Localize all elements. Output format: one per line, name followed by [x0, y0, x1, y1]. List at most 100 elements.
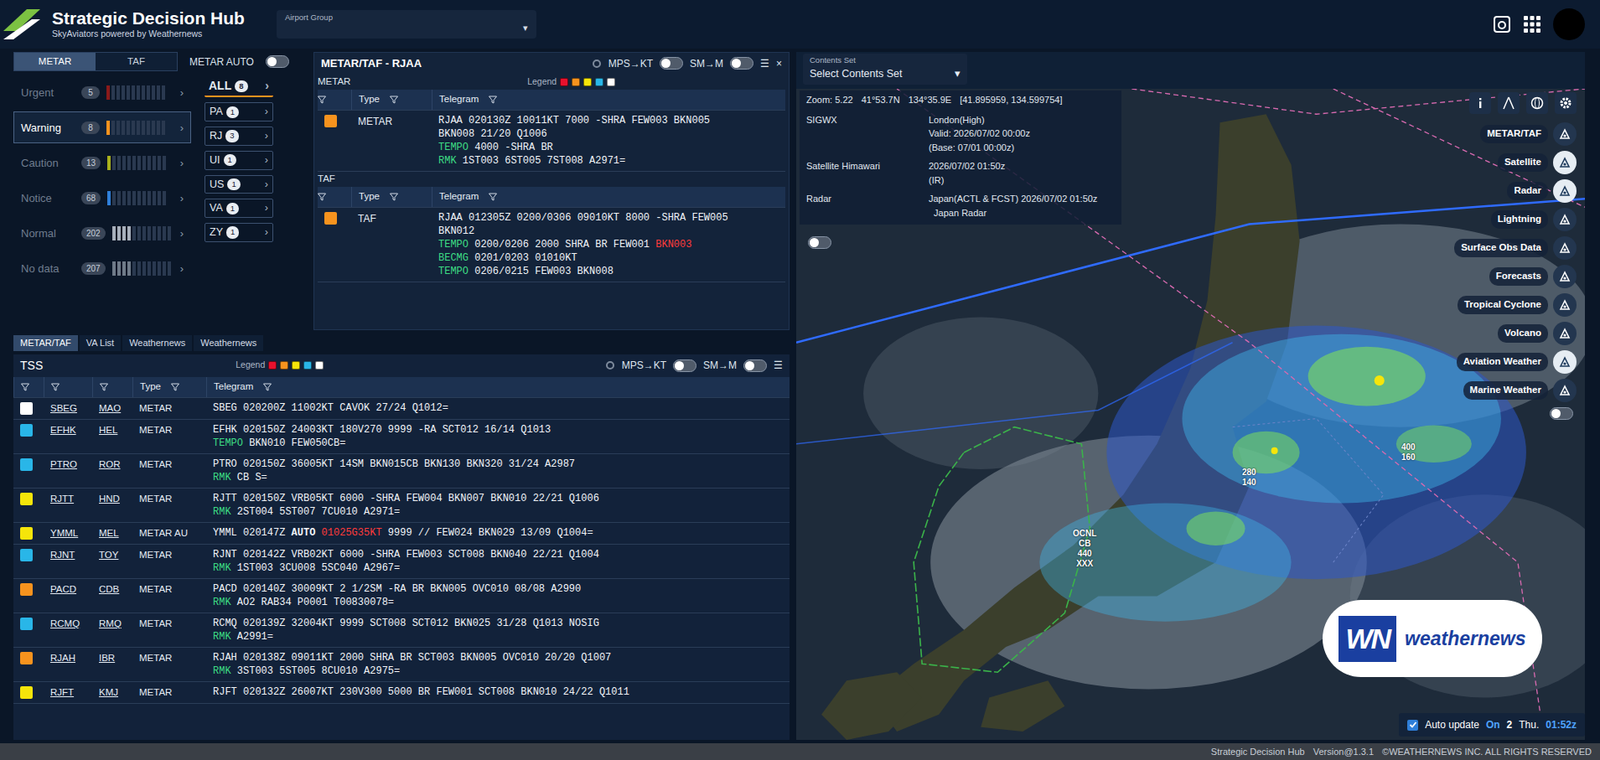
- severity-item[interactable]: Urgent5›: [13, 76, 192, 109]
- gear-button[interactable]: [1554, 92, 1577, 114]
- apps-grid-icon[interactable]: [1522, 15, 1542, 34]
- group-item[interactable]: ALL8›: [204, 76, 274, 98]
- filter-icon[interactable]: [488, 192, 498, 202]
- report-tab[interactable]: METAR: [14, 52, 96, 71]
- filter-icon[interactable]: [317, 192, 352, 202]
- iata-link[interactable]: RMQ: [98, 616, 122, 632]
- icao-link[interactable]: RCMQ: [50, 616, 80, 632]
- type-cell: METAR: [132, 454, 207, 488]
- close-button[interactable]: ×: [776, 56, 782, 72]
- icao-link[interactable]: RJTT: [50, 491, 74, 507]
- coordinate-text: [41.895959, 134.599754]: [959, 93, 1062, 108]
- bottom-tab[interactable]: Weathernews: [193, 335, 264, 352]
- contents-set-select[interactable]: Contents SetSelect Contents Set▾: [802, 53, 968, 85]
- unit-toggle[interactable]: [673, 359, 697, 373]
- table-row[interactable]: RJTTHNDMETARRJTT 020150Z VRB05KT 6000 -S…: [13, 488, 790, 523]
- layer-button[interactable]: Surface Obs Data: [1454, 236, 1577, 260]
- table-row[interactable]: SBEGMAOMETARSBEG 020200Z 11002KT CAVOK 2…: [13, 398, 790, 420]
- telegram-cell: PTRO 020150Z 36005KT 14SM BKN015CB BKN13…: [206, 454, 790, 488]
- group-item[interactable]: UI1›: [204, 150, 274, 171]
- icao-link[interactable]: PACD: [50, 582, 77, 597]
- icao-link[interactable]: YMML: [50, 526, 78, 541]
- layer-button[interactable]: Forecasts: [1489, 264, 1577, 289]
- iata-link[interactable]: KMJ: [98, 685, 119, 700]
- severity-item[interactable]: Notice68›: [13, 181, 192, 214]
- table-row[interactable]: PACDCDBMETARPACD 020140Z 30009KT 2 1/2SM…: [13, 579, 790, 614]
- iata-link[interactable]: IBR: [98, 651, 115, 666]
- group-item[interactable]: ZY1›: [204, 222, 274, 243]
- layer-button[interactable]: Radar: [1506, 179, 1577, 203]
- icao-link[interactable]: PTRO: [50, 457, 78, 472]
- table-row[interactable]: METARRJAA 020130Z 10011KT 7000 -SHRA FEW…: [317, 110, 786, 172]
- settings-icon[interactable]: [605, 360, 616, 371]
- icao-link[interactable]: RJAH: [50, 651, 76, 666]
- iata-link[interactable]: TOY: [98, 548, 119, 563]
- map[interactable]: Zoom: 5.2241°53.7N134°35.9E[41.895959, 1…: [796, 88, 1585, 741]
- severity-item[interactable]: Normal202›: [13, 217, 192, 249]
- icao-link[interactable]: EFHK: [50, 423, 77, 438]
- layers-toggle[interactable]: [1549, 407, 1574, 420]
- filter-icon[interactable]: [51, 383, 60, 392]
- layer-info-row: RadarJapan(ACTL & FCST) 2026/07/02 01:50…: [806, 189, 1115, 223]
- menu-button[interactable]: ☰: [773, 357, 783, 373]
- layer-button[interactable]: Satellite: [1497, 150, 1577, 175]
- iata-link[interactable]: CDB: [98, 582, 120, 597]
- metar-auto-toggle[interactable]: [265, 55, 290, 68]
- table-row[interactable]: YMMLMELMETAR AUYMML 020147ZAUTO01025G35K…: [13, 522, 790, 545]
- severity-item[interactable]: Warning8›: [13, 111, 192, 144]
- severity-item[interactable]: No data207›: [13, 252, 192, 285]
- filter-icon[interactable]: [170, 383, 180, 392]
- settings-icon[interactable]: [591, 58, 602, 69]
- lightning-icon: [1558, 212, 1572, 227]
- auto-update-checkbox[interactable]: [1407, 719, 1419, 731]
- user-avatar[interactable]: [1553, 8, 1585, 41]
- layer-button[interactable]: Lightning: [1491, 207, 1577, 232]
- group-item[interactable]: US1›: [204, 175, 274, 195]
- table-row[interactable]: RJNTTOYMETARRJNT 020142Z VRB02KT 6000 -S…: [13, 544, 790, 580]
- layer-button[interactable]: METAR/TAF: [1480, 122, 1577, 146]
- table-row[interactable]: RJFTKMJMETARRJFT 020132Z 26007KT 230V300…: [13, 682, 790, 705]
- iata-link[interactable]: HEL: [98, 423, 118, 438]
- unit-toggle[interactable]: [730, 56, 754, 70]
- menu-button[interactable]: ☰: [760, 56, 770, 72]
- layer-button[interactable]: Aviation Weather: [1456, 350, 1577, 374]
- filter-icon[interactable]: [263, 383, 272, 392]
- table-row[interactable]: RCMQRMQMETARRCMQ 020139Z 32004KT 9999 SC…: [13, 613, 790, 648]
- table-row[interactable]: RJAHIBRMETARRJAH 020138Z 09011KT 2000 SH…: [13, 647, 790, 683]
- group-item[interactable]: PA1›: [204, 102, 274, 122]
- layer-button[interactable]: Marine Weather: [1463, 378, 1577, 403]
- layer-button[interactable]: Tropical Cyclone: [1457, 293, 1577, 317]
- group-item[interactable]: VA1›: [204, 198, 274, 218]
- table-row[interactable]: PTRO ROR METARPTRO 020150Z 36005KT 14SM BK…: [13, 454, 790, 489]
- layer-button[interactable]: Volcano: [1497, 321, 1577, 346]
- unit-toggle[interactable]: [743, 359, 767, 373]
- severity-item[interactable]: Caution13›: [13, 146, 192, 179]
- report-tab[interactable]: TAF: [95, 52, 177, 71]
- table-row[interactable]: EFHKHELMETAREFHK 020150Z 24003KT 180V270…: [13, 419, 790, 455]
- measure-button[interactable]: [1497, 92, 1520, 114]
- filter-icon[interactable]: [389, 192, 399, 202]
- table-row[interactable]: TAFRJAA 012305Z 0200/0306 09010KT 8000 -…: [317, 207, 786, 283]
- screenshot-icon[interactable]: [1492, 15, 1512, 34]
- filter-icon[interactable]: [488, 95, 498, 104]
- bottom-tab[interactable]: Weathernews: [122, 335, 192, 352]
- icao-link[interactable]: RJNT: [50, 548, 75, 563]
- iata-link[interactable]: MAO: [98, 401, 121, 416]
- iata-link[interactable]: ROR: [98, 457, 121, 472]
- filter-icon[interactable]: [389, 95, 399, 104]
- iata-link[interactable]: MEL: [98, 526, 120, 541]
- globe-button[interactable]: [1526, 92, 1549, 114]
- unit-toggle[interactable]: [659, 56, 684, 70]
- info-box-toggle[interactable]: [807, 236, 832, 249]
- icao-link[interactable]: RJFT: [50, 685, 74, 700]
- bottom-tab[interactable]: METAR/TAF: [13, 335, 78, 352]
- filter-icon[interactable]: [317, 95, 352, 104]
- icao-link[interactable]: SBEG: [50, 401, 78, 416]
- bottom-tab[interactable]: VA List: [79, 335, 121, 352]
- airport-group-select[interactable]: Airport Group▾: [276, 10, 537, 39]
- group-item[interactable]: RJ3›: [204, 126, 274, 146]
- iata-link[interactable]: HND: [98, 491, 120, 507]
- filter-icon[interactable]: [99, 383, 109, 392]
- info-button[interactable]: [1469, 92, 1492, 114]
- filter-icon[interactable]: [20, 383, 30, 392]
